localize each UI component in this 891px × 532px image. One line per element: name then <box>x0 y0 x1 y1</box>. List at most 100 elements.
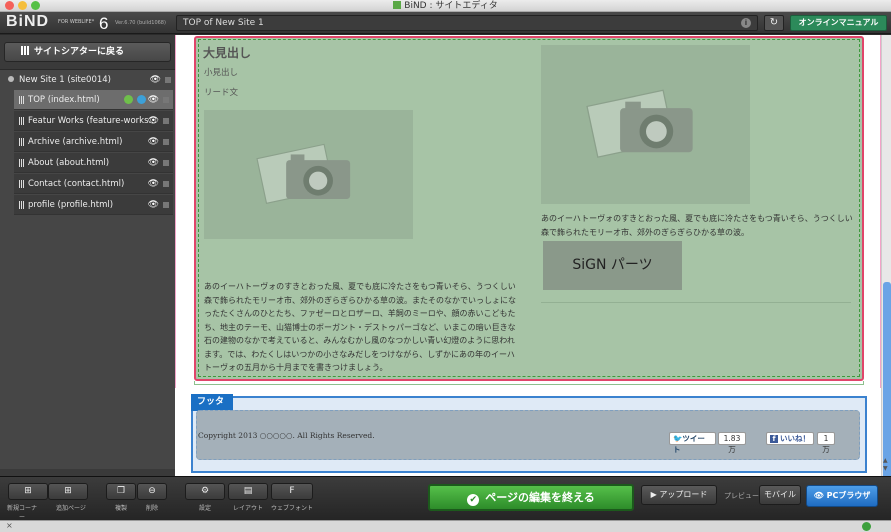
eye-icon[interactable]: 👁 <box>150 70 161 90</box>
image-placeholder-right[interactable] <box>541 45 750 204</box>
like-count: 1万 <box>817 432 835 454</box>
page-address-text: TOP of New Site 1 <box>183 18 264 28</box>
check-icon: ✔ <box>467 494 480 506</box>
back-label: サイトシアターに戻る <box>34 47 125 57</box>
subheading[interactable]: 小見出し <box>204 66 238 78</box>
online-manual-label: オンラインマニュアル <box>798 18 879 27</box>
site-label: New Site 1 (site0014) <box>19 75 111 85</box>
settings-button[interactable]: ⚙ <box>185 483 225 500</box>
new-corner-button[interactable]: ⊞ <box>8 483 48 500</box>
pc-browser-preview-button[interactable]: 👁 PCブラウザ <box>806 485 878 507</box>
add-page-icon: ⊞ <box>64 486 72 496</box>
add-page-button[interactable]: ⊞ <box>48 483 88 500</box>
tweet-count: 1.83万 <box>718 432 746 454</box>
finish-editing-button[interactable]: ✔ ページの編集を終える <box>428 484 634 511</box>
body-text-left[interactable]: あのイーハトーヴォのすきとおった風、夏でも底に冷たさをもつ青いそら、うつくしい森… <box>204 280 516 375</box>
copy-icon: ❐ <box>116 486 126 496</box>
webfont-button[interactable]: F <box>271 483 313 500</box>
layout-label: レイアウト <box>232 505 263 512</box>
page-item-feature-works[interactable]: Featur Works (feature-works... 👁 <box>14 111 173 131</box>
window-titlebar: BiND : サイトエディタ <box>0 0 891 12</box>
footer-tab[interactable]: フッタ <box>191 394 233 411</box>
layout-button[interactable]: ▤ <box>228 483 268 500</box>
page-label: About (about.html) <box>28 158 110 168</box>
minus-icon: ⊖ <box>148 486 156 496</box>
eye-icon[interactable]: 👁 <box>148 174 159 193</box>
image-placeholder-left[interactable] <box>204 110 413 239</box>
info-icon[interactable]: i <box>741 18 751 28</box>
close-icon[interactable]: × <box>6 521 13 530</box>
logo: BiND <box>6 13 50 30</box>
page-address-field[interactable]: TOP of New Site 1 i <box>176 15 758 31</box>
sign-parts-box[interactable]: SiGN パーツ <box>543 241 682 290</box>
back-to-site-theater-button[interactable]: サイトシアターに戻る <box>4 42 171 62</box>
lock-icon[interactable] <box>163 139 169 145</box>
scroll-thumb[interactable] <box>883 282 891 482</box>
page-icon <box>19 180 24 188</box>
gear-icon: ⚙ <box>200 486 210 496</box>
status-blue-icon <box>137 95 146 104</box>
lock-icon[interactable] <box>163 160 169 166</box>
webfont-label: ウェブフォント <box>270 505 313 512</box>
eye-icon[interactable]: 👁 <box>148 111 159 130</box>
mobile-label: モバイル <box>764 490 796 499</box>
finish-label: ページの編集を終える <box>485 491 595 504</box>
upload-button[interactable]: ▶ アップロード <box>641 485 717 505</box>
logo-subtitle: FOR WEBLIFE* <box>58 19 95 25</box>
app-icon <box>393 1 402 9</box>
eye-icon[interactable]: 👁 <box>148 153 159 172</box>
like-label: いいね！ <box>780 434 810 443</box>
delete-label: 削除 <box>145 505 158 512</box>
page-label: Archive (archive.html) <box>28 137 123 147</box>
eye-icon[interactable]: 👁 <box>148 195 159 214</box>
new-corner-label: 新規コーナー <box>6 505 37 521</box>
mobile-preview-button[interactable]: モバイル <box>759 485 801 505</box>
lock-icon[interactable] <box>163 181 169 187</box>
status-indicator-icon <box>862 522 871 531</box>
copyright-text[interactable]: Copyright 2013 ○○○○○. All Rights Reserve… <box>198 431 375 440</box>
eye-icon[interactable]: 👁 <box>148 90 159 109</box>
duplicate-button[interactable]: ❐ <box>106 483 136 500</box>
eye-icon[interactable]: 👁 <box>148 132 159 151</box>
body-text-right[interactable]: あのイーハトーヴォのすきとおった風、夏でも底に冷たさをもつ青いそら、うつくしい森… <box>541 212 853 239</box>
page-label: Contact (contact.html) <box>28 179 125 189</box>
refresh-button[interactable]: ↻ <box>764 15 784 31</box>
add-page-label: 追加ページ <box>56 505 86 512</box>
like-button[interactable]: f いいね！ <box>766 432 814 445</box>
settings-label: 設定 <box>198 505 211 512</box>
page-item-profile[interactable]: profile (profile.html) 👁 <box>14 195 173 215</box>
main-block-edge <box>194 381 864 385</box>
page-item-about[interactable]: About (about.html) 👁 <box>14 153 173 173</box>
site-dot-icon <box>8 76 14 82</box>
page-item-contact[interactable]: Contact (contact.html) 👁 <box>14 174 173 194</box>
upload-label: アップロード <box>659 490 708 499</box>
scroll-down-icon[interactable]: ▼ <box>883 465 888 472</box>
site-tree: New Site 1 (site0014) 👁 TOP (index.html) 👁… <box>0 69 175 469</box>
lock-icon[interactable] <box>163 202 169 208</box>
lock-icon[interactable] <box>163 118 169 124</box>
page-item-top[interactable]: TOP (index.html) 👁 <box>14 90 173 110</box>
eye-icon: 👁 <box>813 491 827 500</box>
scroll-up-icon[interactable]: ▲ <box>883 457 888 464</box>
bars-icon <box>21 46 29 55</box>
delete-button[interactable]: ⊖ <box>137 483 167 500</box>
sidebar: サイトシアターに戻る New Site 1 (site0014) 👁 TOP (i… <box>0 35 175 476</box>
window-title-text: BiND : サイトエディタ <box>404 1 498 11</box>
camera-icon <box>585 89 693 158</box>
lock-icon[interactable] <box>165 77 171 83</box>
vertical-scrollbar[interactable]: ▲ ▼ <box>881 35 891 482</box>
layout-icon: ▤ <box>243 486 253 496</box>
status-green-icon <box>124 95 133 104</box>
page-item-archive[interactable]: Archive (archive.html) 👁 <box>14 132 173 152</box>
lock-icon[interactable] <box>163 97 169 103</box>
tweet-button[interactable]: 🐦ツイート <box>669 432 716 454</box>
site-item[interactable]: New Site 1 (site0014) 👁 <box>0 70 175 90</box>
online-manual-button[interactable]: オンラインマニュアル <box>790 15 887 31</box>
plus-icon: ⊞ <box>24 486 32 496</box>
page-label: profile (profile.html) <box>28 200 114 210</box>
pc-browser-label: PCブラウザ <box>826 491 871 500</box>
heading[interactable]: 大見出し <box>203 44 251 61</box>
lead-text[interactable]: リード文 <box>204 86 238 98</box>
status-bar: × <box>0 520 891 532</box>
font-icon: F <box>289 486 295 496</box>
